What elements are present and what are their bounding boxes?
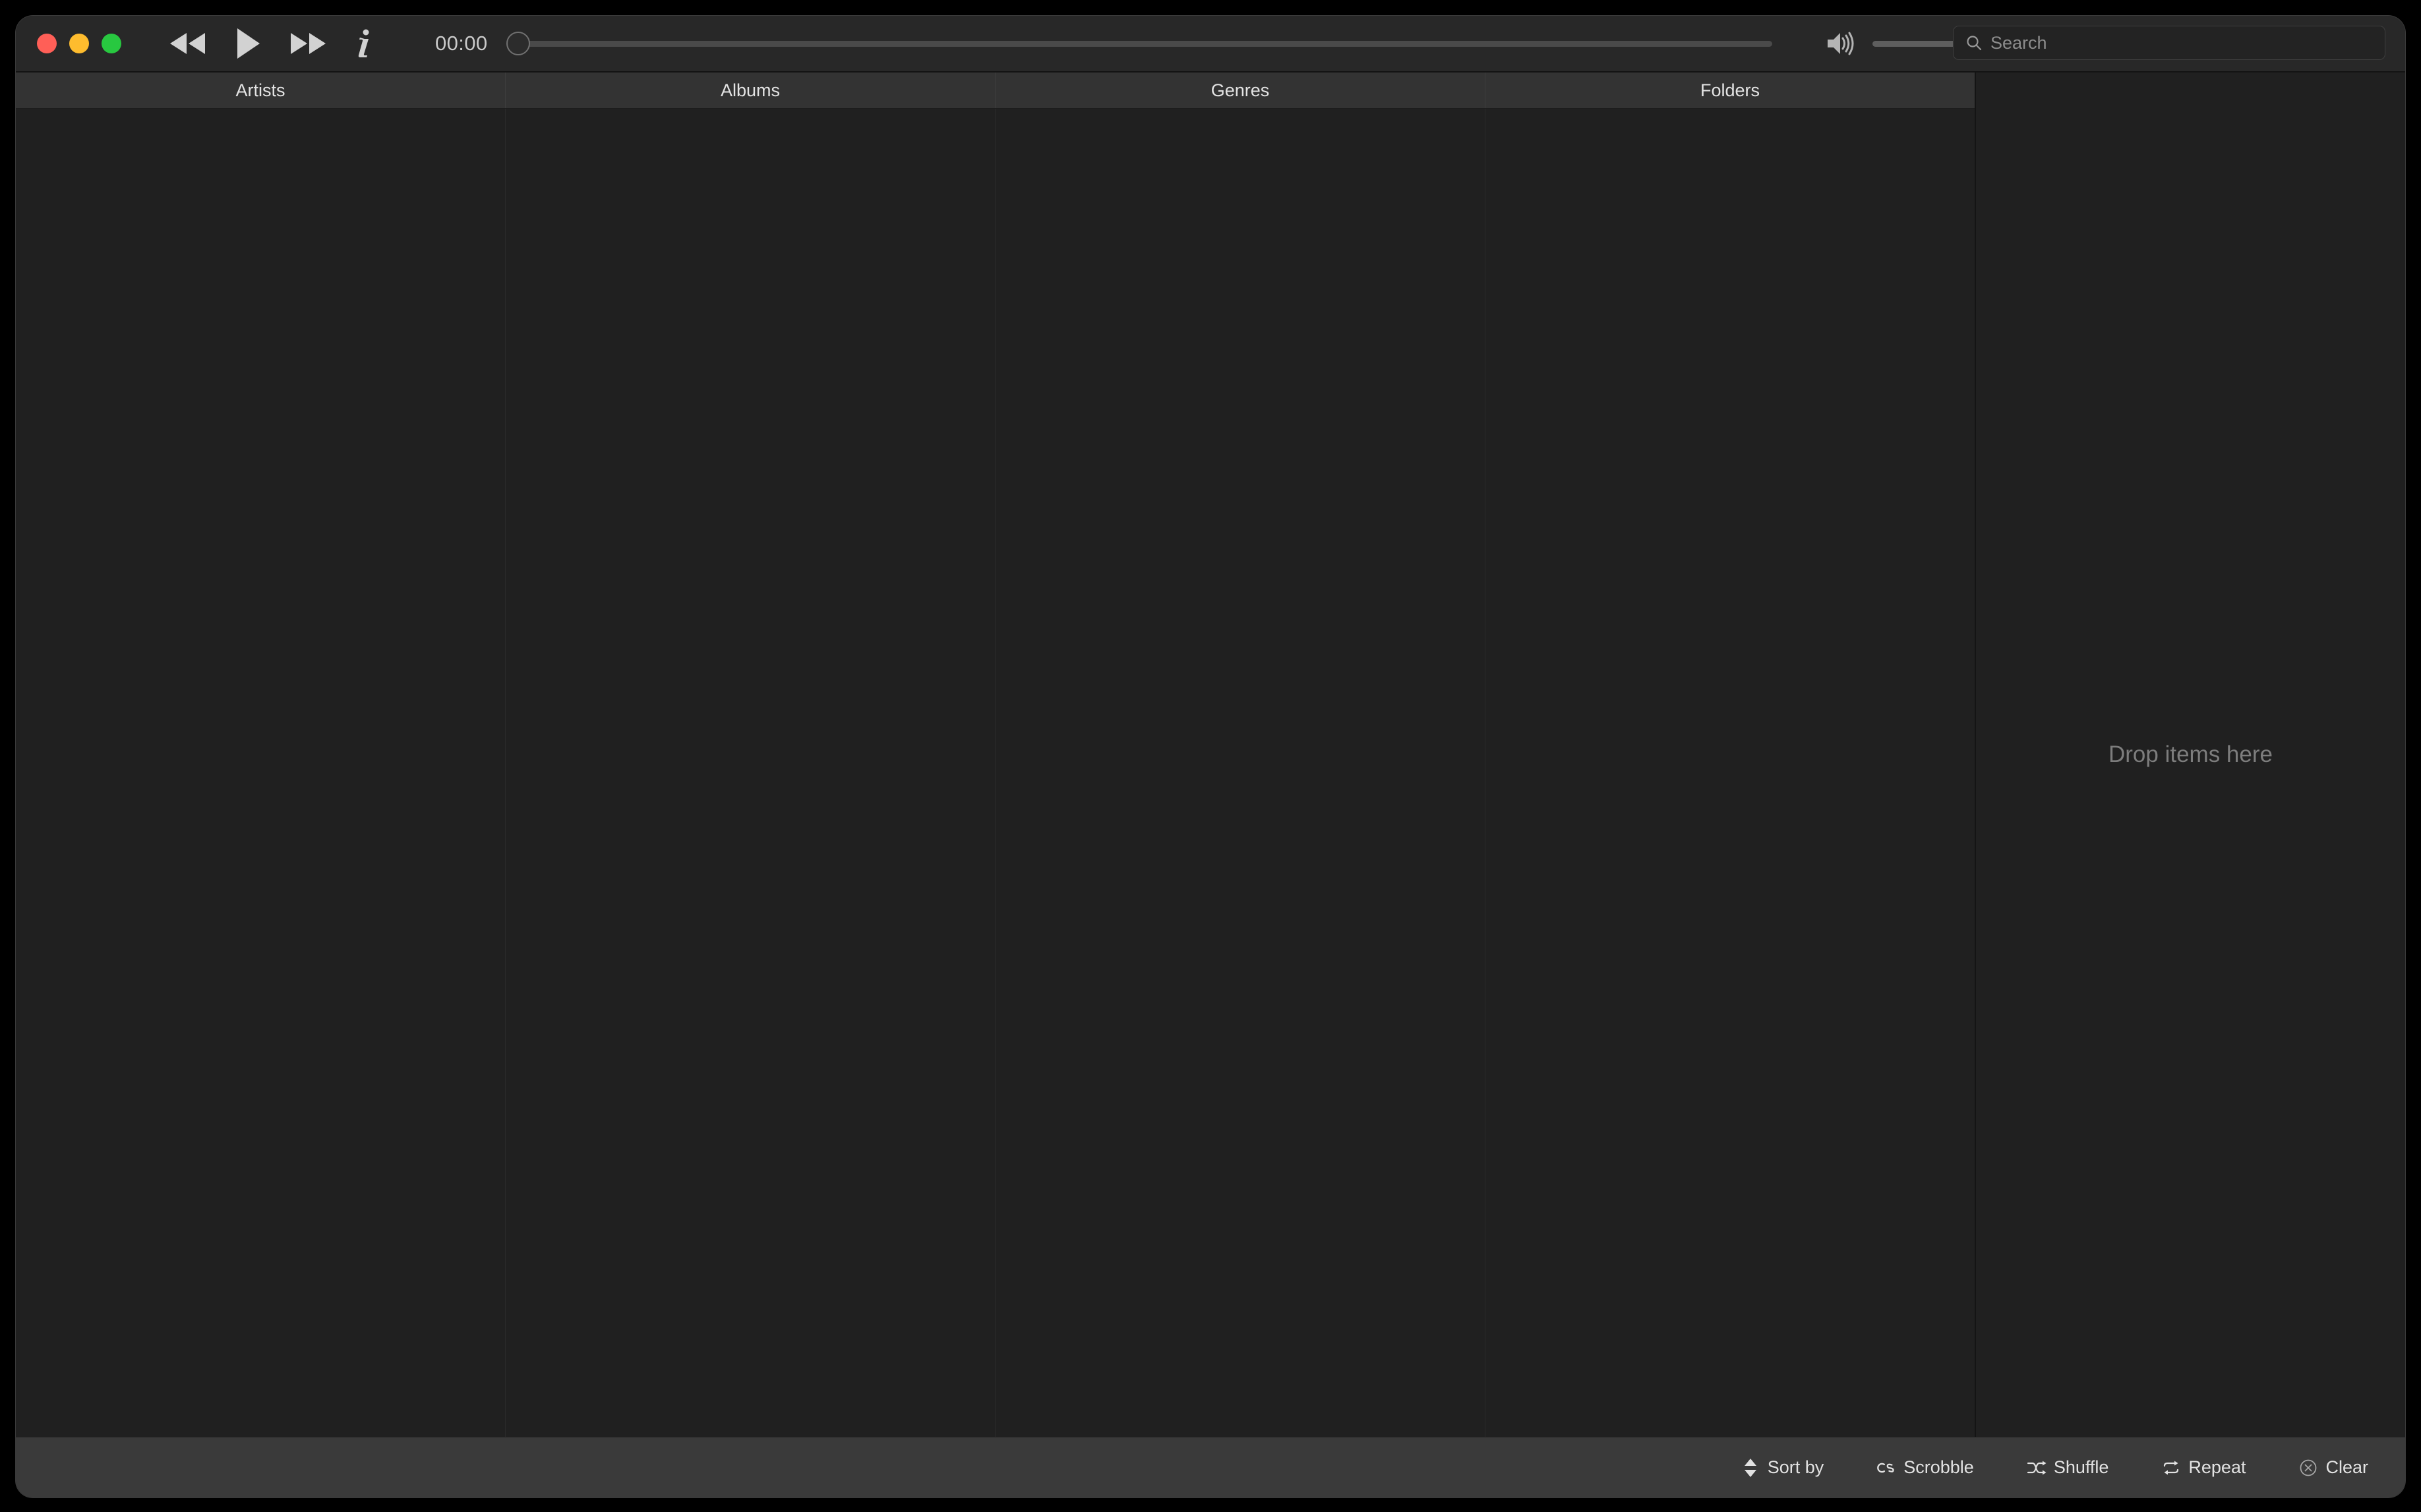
- repeat-button[interactable]: Repeat: [2161, 1457, 2246, 1478]
- status-bar: Sort by Scrobble Shuffle Repeat Clear: [16, 1437, 2405, 1497]
- seek-track: [506, 40, 1772, 47]
- sort-by-label: Sort by: [1767, 1457, 1824, 1477]
- fast-forward-icon: [287, 30, 328, 57]
- column-list-albums[interactable]: [506, 109, 996, 1437]
- sort-by-button[interactable]: Sort by: [1741, 1457, 1824, 1478]
- column-list-genres[interactable]: [996, 109, 1485, 1437]
- maximize-button[interactable]: [102, 34, 121, 53]
- close-button[interactable]: [37, 34, 57, 53]
- shuffle-icon: [2027, 1458, 2047, 1478]
- lastfm-scrobble-icon: [1876, 1458, 1896, 1478]
- playlist-pane: Drop items here: [1976, 73, 2405, 1437]
- column-list-folders[interactable]: [1485, 109, 1975, 1437]
- column-list-artists[interactable]: [16, 109, 506, 1437]
- search-icon: [1965, 34, 1983, 52]
- shuffle-button[interactable]: Shuffle: [2027, 1457, 2109, 1478]
- play-button[interactable]: [216, 20, 280, 67]
- toolbar: 00:00: [16, 16, 2405, 73]
- column-header-label: Genres: [1210, 80, 1270, 100]
- transport-controls: [160, 20, 390, 67]
- app-window: 00:00 Search Artists Albums Genres Folde…: [16, 16, 2405, 1497]
- column-header-label: Albums: [720, 80, 781, 100]
- info-button[interactable]: [336, 20, 390, 67]
- seek-thumb[interactable]: [506, 32, 530, 55]
- info-icon: [351, 26, 375, 61]
- column-header-artists[interactable]: Artists: [16, 73, 506, 108]
- clear-label: Clear: [2325, 1457, 2368, 1477]
- play-icon: [233, 26, 262, 61]
- column-header-albums[interactable]: Albums: [506, 73, 996, 108]
- seek-slider[interactable]: [506, 24, 1772, 63]
- column-header-label: Folders: [1700, 80, 1760, 100]
- repeat-icon: [2161, 1458, 2181, 1478]
- body-area: Artists Albums Genres Folders Drop items…: [16, 73, 2405, 1437]
- column-header-folders[interactable]: Folders: [1485, 73, 1975, 108]
- next-button[interactable]: [280, 20, 336, 67]
- playlist-dropzone[interactable]: Drop items here: [1976, 73, 2405, 1437]
- search-box[interactable]: [1953, 26, 2385, 60]
- minimize-button[interactable]: [69, 34, 89, 53]
- dropzone-label: Drop items here: [2108, 741, 2273, 767]
- scrobble-button[interactable]: Scrobble: [1876, 1457, 1974, 1478]
- sort-updown-icon: [1741, 1458, 1760, 1478]
- scrobble-label: Scrobble: [1903, 1457, 1974, 1477]
- shuffle-label: Shuffle: [2053, 1457, 2109, 1477]
- repeat-label: Repeat: [2188, 1457, 2246, 1477]
- rewind-icon: [167, 30, 208, 57]
- clear-circle-x-icon: [2298, 1458, 2318, 1478]
- previous-button[interactable]: [160, 20, 216, 67]
- search-input[interactable]: [1990, 32, 2385, 53]
- window-controls: [37, 34, 121, 53]
- column-header-label: Artists: [235, 80, 285, 100]
- column-header: Artists Albums Genres Folders: [16, 73, 1975, 109]
- elapsed-time: 00:00: [435, 32, 488, 55]
- speaker-wave-icon[interactable]: [1824, 28, 1858, 59]
- browser-pane: Artists Albums Genres Folders: [16, 73, 1976, 1437]
- clear-button[interactable]: Clear: [2298, 1457, 2368, 1478]
- column-lists: [16, 109, 1975, 1437]
- column-header-genres[interactable]: Genres: [996, 73, 1485, 108]
